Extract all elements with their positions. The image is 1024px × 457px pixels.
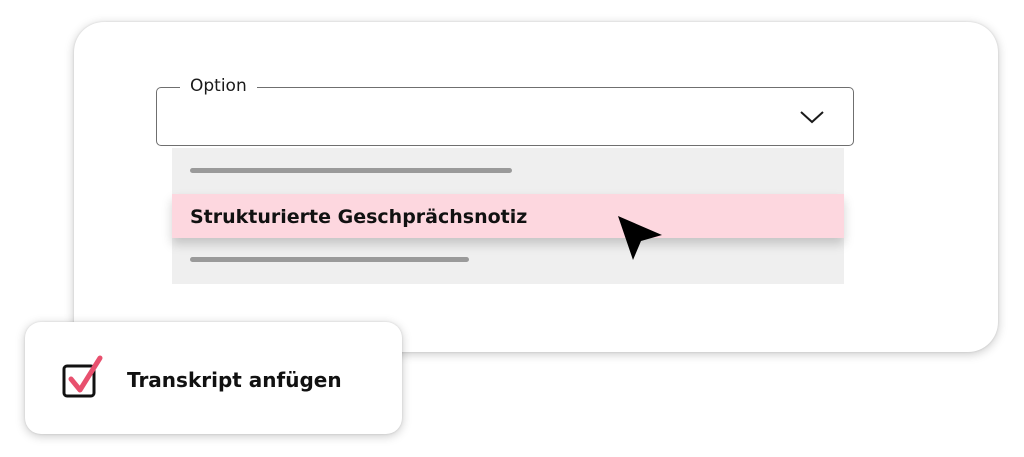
checkbox-label: Transkript anfügen	[127, 368, 342, 392]
stage: Option Strukturierte Geschprächsnotiz Tr…	[0, 0, 1024, 457]
dropdown-option-placeholder[interactable]	[190, 168, 512, 173]
dropdown-option-label: Strukturierte Geschprächsnotiz	[190, 206, 528, 228]
mouse-pointer-icon	[618, 216, 662, 260]
option-select[interactable]	[156, 87, 854, 146]
dropdown-option-placeholder[interactable]	[190, 257, 469, 262]
chevron-down-icon[interactable]	[798, 108, 826, 126]
option-select-label: Option	[180, 74, 257, 98]
checkbox-checked-icon[interactable]	[60, 354, 106, 400]
